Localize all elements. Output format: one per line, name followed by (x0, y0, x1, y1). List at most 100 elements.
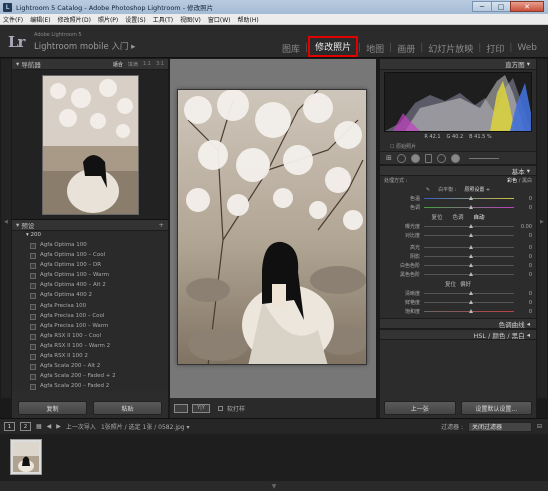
before-after-button[interactable]: Y|Y (192, 403, 210, 413)
contrast-slider[interactable] (424, 233, 514, 237)
preset-item[interactable]: Agfa Scala 200 – Faded 2 (12, 381, 168, 391)
set-default-button[interactable]: 设置默认设置... (460, 401, 532, 415)
zoom-3-1[interactable]: 3:1 (156, 61, 164, 68)
zoom-fit[interactable]: 适合 (113, 61, 123, 68)
menu-edit[interactable]: 编辑(E) (30, 15, 50, 24)
wb-select[interactable]: 原照设置 ÷ (464, 186, 490, 193)
preset-item[interactable]: Agfa Precisa 100 – Cool (12, 311, 168, 321)
right-panel-toggle[interactable]: ▶ (537, 59, 547, 398)
preset-item[interactable]: Agfa Optima 100 (12, 240, 168, 250)
zoom-1-1[interactable]: 1:1 (143, 61, 151, 68)
module-library[interactable]: 图库 (277, 42, 305, 55)
preset-item[interactable]: Agfa RSX II 100 – Cool (12, 331, 168, 341)
preset-item[interactable]: Agfa Optima 100 – DR (12, 260, 168, 270)
preset-item[interactable]: Agfa RSX II 100 2 (12, 351, 168, 361)
navigator-preview[interactable] (12, 70, 168, 220)
navigator-header[interactable]: ▾ 导航器 适合 填满 1:1 3:1 (12, 59, 168, 70)
basic-collapse-icon: ▾ (524, 166, 530, 175)
forward-arrow-icon[interactable]: ▶ (56, 423, 61, 430)
red-eye-icon[interactable] (410, 153, 420, 163)
preset-item[interactable]: Agfa Precisa 100 (12, 301, 168, 311)
histogram-header[interactable]: 直方图 ▾ (380, 59, 536, 70)
filter-select[interactable]: 关闭过滤器 (467, 421, 532, 432)
preset-item[interactable]: Agfa Scala 200 – Alt 2 (12, 361, 168, 371)
previous-button[interactable]: 上一张 (384, 401, 456, 415)
secondary-screen-button[interactable]: 2 (20, 422, 31, 431)
adjustment-brush-icon[interactable] (450, 153, 460, 163)
menu-develop[interactable]: 修改照片(D) (58, 15, 91, 24)
tone-curve-header[interactable]: 色调曲线 ◂ (380, 318, 536, 329)
preset-item[interactable]: Agfa Optima 100 – Warm (12, 270, 168, 280)
preset-item[interactable]: Agfa Precisa 100 – Warm (12, 321, 168, 331)
paste-button[interactable]: 粘贴 (93, 401, 162, 415)
soft-proof-checkbox[interactable] (218, 405, 223, 411)
filter-lock-icon[interactable]: ⊟ (537, 423, 542, 430)
module-develop[interactable]: 修改照片 (308, 36, 359, 57)
radial-filter-icon[interactable] (436, 153, 446, 163)
menu-view[interactable]: 视图(V) (180, 15, 201, 24)
primary-screen-button[interactable]: 1 (4, 422, 15, 431)
grid-icon[interactable]: ▦ (36, 423, 42, 430)
tone-reset[interactable]: 复位 (431, 213, 442, 221)
module-slideshow[interactable]: 幻灯片放映 (423, 42, 478, 55)
tint-slider[interactable] (424, 205, 514, 209)
filmstrip-thumbnail[interactable] (10, 439, 42, 475)
preset-item[interactable]: Agfa Optima 400 2 (12, 290, 168, 300)
tone-auto-button[interactable]: 自动 (474, 213, 485, 221)
spot-removal-icon[interactable] (396, 153, 406, 163)
blacks-slider[interactable] (424, 272, 514, 276)
zoom-fill[interactable]: 填满 (128, 61, 138, 68)
clarity-slider[interactable] (424, 291, 514, 295)
presence-reset[interactable]: 复位 (445, 280, 456, 288)
treatment-color[interactable]: 彩色 (507, 178, 517, 184)
menu-tools[interactable]: 工具(T) (153, 15, 173, 24)
wb-picker-icon[interactable]: ✎ (426, 187, 430, 193)
minimize-button[interactable]: ─ (472, 1, 492, 12)
photo-count[interactable]: 1张照片 / 选定 1张 / 0582.jpg ▾ (101, 422, 190, 431)
basic-header[interactable]: 基本 ▾ (380, 165, 536, 176)
exposure-slider[interactable] (424, 224, 514, 228)
original-photo-toggle[interactable]: ☐ 原始照片 (380, 143, 536, 151)
preset-item[interactable]: Agfa Scala 200 – Faded + 2 (12, 371, 168, 381)
preset-folder[interactable]: ▾ 200 (12, 231, 168, 240)
treatment-bw[interactable]: 黑白 (522, 178, 532, 184)
preset-item[interactable]: Agfa Optima 100 – Cool (12, 250, 168, 260)
module-web[interactable]: Web (512, 43, 542, 53)
back-arrow-icon[interactable]: ◀ (47, 423, 52, 430)
photo-canvas[interactable] (170, 59, 376, 398)
saturation-slider[interactable] (424, 309, 514, 313)
histogram[interactable] (384, 72, 532, 132)
highlights-slider[interactable] (424, 245, 514, 249)
copy-button[interactable]: 复制 (18, 401, 87, 415)
hsl-header[interactable]: HSL / 颜色 / 黑白 ◂ (380, 329, 536, 340)
shadows-slider[interactable] (424, 254, 514, 258)
module-print[interactable]: 打印 (481, 42, 509, 55)
menu-help[interactable]: 帮助(H) (238, 15, 259, 24)
menu-window[interactable]: 窗口(W) (208, 15, 231, 24)
module-map[interactable]: 地图 (361, 42, 389, 55)
temp-value: 0 (528, 195, 532, 202)
left-panel-toggle[interactable]: ◀ (1, 59, 11, 398)
mobile-link[interactable]: Lightroom mobile 入门 ▸ (34, 40, 135, 52)
module-book[interactable]: 画册 (392, 42, 420, 55)
whites-slider[interactable] (424, 263, 514, 267)
close-button[interactable]: ✕ (510, 1, 544, 12)
maximize-button[interactable]: □ (491, 1, 511, 12)
graduated-filter-icon[interactable] (424, 153, 432, 163)
menu-photo[interactable]: 照片(P) (98, 15, 118, 24)
add-preset-button[interactable]: + (159, 221, 164, 229)
menu-settings[interactable]: 设置(S) (125, 15, 146, 24)
histogram-title: 直方图 (505, 61, 525, 69)
preset-item[interactable]: Agfa Optima 400 – Alt 2 (12, 280, 168, 290)
crop-icon[interactable]: ⊞ (386, 154, 392, 162)
filmstrip-toggle[interactable]: ▼ (0, 481, 548, 491)
presets-header[interactable]: ▾ 预设 + (12, 220, 168, 231)
temp-slider[interactable] (424, 196, 514, 200)
loupe-view-button[interactable] (174, 403, 188, 413)
menu-file[interactable]: 文件(F) (3, 15, 23, 24)
preset-item[interactable]: Agfa RSX II 100 – Warm 2 (12, 341, 168, 351)
vibrance-slider[interactable] (424, 300, 514, 304)
main-photo[interactable] (177, 89, 367, 365)
previous-import-label[interactable]: 上一次导入 (66, 422, 96, 431)
tint-value: 0 (528, 204, 532, 211)
